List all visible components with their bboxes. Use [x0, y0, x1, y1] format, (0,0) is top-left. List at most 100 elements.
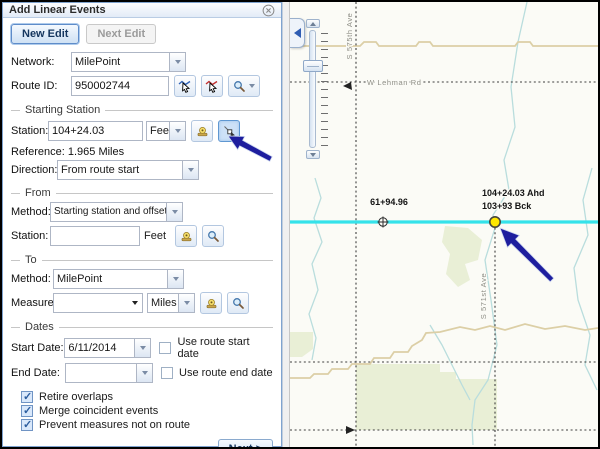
road-label-horizontal: W Lehman Rd	[367, 78, 422, 87]
zoom-slider-thumb[interactable]	[303, 60, 323, 72]
retire-overlaps-checkbox[interactable]	[21, 391, 33, 403]
select-route-on-map-button[interactable]	[174, 75, 196, 97]
option-retire-overlaps: Retire overlaps	[15, 391, 273, 403]
station-input[interactable]	[48, 121, 143, 141]
station-label-back: 103+93 Bck	[482, 201, 532, 211]
measure-label: Measure:	[11, 297, 53, 309]
road-label-vertical-left: S 575th Ave	[345, 13, 354, 60]
chevron-down-icon[interactable]	[182, 160, 199, 180]
pointer-with-red-line-icon	[205, 79, 219, 93]
chevron-down-icon[interactable]	[178, 293, 195, 313]
station-reference-marker	[378, 217, 389, 228]
next-edit-button[interactable]: Next Edit	[86, 24, 156, 44]
from-method-value[interactable]: Starting station and offset	[50, 202, 166, 222]
direction-select[interactable]: From route start	[57, 160, 199, 180]
to-method-select[interactable]: MilePoint	[53, 269, 184, 289]
start-date-picker[interactable]: 6/11/2014	[64, 338, 151, 358]
zoom-in-button[interactable]	[306, 19, 320, 28]
selected-station-marker[interactable]	[490, 217, 500, 227]
route-id-label: Route ID:	[11, 80, 71, 92]
from-set-station-button[interactable]	[175, 225, 197, 247]
end-date-picker[interactable]	[65, 363, 153, 383]
use-route-start-date-label: Use route start date	[177, 336, 273, 360]
route-search-menu-button[interactable]	[228, 75, 260, 97]
end-date-label: End Date:	[11, 367, 65, 379]
from-units-label: Feet	[144, 230, 166, 242]
chevron-down-icon[interactable]	[167, 269, 184, 289]
retire-overlaps-label: Retire overlaps	[39, 391, 113, 403]
merge-coincident-label: Merge coincident events	[39, 405, 158, 417]
station-label-mid: 61+94.96	[370, 197, 408, 207]
minor-roads	[290, 42, 598, 378]
magnifier-icon	[232, 297, 245, 310]
option-prevent-measures: Prevent measures not on route	[15, 419, 273, 431]
use-route-start-date-checkbox[interactable]	[159, 342, 171, 354]
measure-units-value[interactable]: Miles	[147, 293, 178, 313]
route-id-input[interactable]	[71, 76, 169, 96]
from-method-label: Method:	[11, 206, 50, 218]
from-legend: From	[11, 187, 273, 199]
pointer-with-node-icon	[223, 125, 236, 138]
chevron-down-icon	[132, 301, 138, 305]
chevron-down-icon[interactable]	[134, 338, 151, 358]
from-station-label: Station:	[11, 230, 50, 242]
starting-station-legend: Starting Station	[11, 104, 273, 116]
measure-units-select[interactable]: Miles	[147, 293, 195, 313]
prevent-measures-label: Prevent measures not on route	[39, 419, 190, 431]
station-label: Station:	[11, 125, 48, 137]
chevron-down-icon[interactable]	[136, 363, 153, 383]
network-select[interactable]: MilePoint	[71, 52, 186, 72]
merge-coincident-checkbox[interactable]	[21, 405, 33, 417]
prevent-measures-checkbox[interactable]	[21, 419, 33, 431]
network-label: Network:	[11, 56, 71, 68]
station-label-ahead: 104+24.03 Ahd	[482, 188, 544, 198]
use-route-end-date-checkbox[interactable]	[161, 367, 173, 379]
panel-title: Add Linear Events	[9, 4, 261, 16]
close-icon[interactable]	[261, 3, 275, 17]
chevron-down-icon[interactable]	[166, 202, 183, 222]
road-label-vertical-right: S 571st Ave	[479, 273, 488, 320]
clear-route-selection-button[interactable]	[201, 75, 223, 97]
milepost-icon	[205, 297, 218, 310]
end-date-value[interactable]	[65, 363, 136, 383]
road-arrow-glyph	[346, 426, 355, 434]
add-linear-events-panel: Add Linear Events New Edit Next Edit Net…	[2, 2, 282, 447]
station-units-select[interactable]: Feet	[146, 121, 186, 141]
direction-select-value[interactable]: From route start	[57, 160, 182, 180]
panel-splitter[interactable]	[282, 2, 290, 447]
new-edit-button[interactable]: New Edit	[11, 24, 79, 44]
chevron-down-icon	[249, 84, 255, 88]
use-route-end-date-label: Use route end date	[179, 367, 273, 379]
magnifier-icon	[207, 230, 220, 243]
measure-set-button[interactable]	[200, 292, 222, 314]
reference-text: Reference: 1.965 Miles	[11, 146, 273, 158]
from-method-select[interactable]: Starting station and offset	[50, 202, 183, 222]
collapse-arrow-icon	[294, 28, 301, 38]
next-button[interactable]: Next >	[218, 439, 273, 449]
measure-search-button[interactable]	[227, 292, 249, 314]
measure-select-value[interactable]	[53, 293, 143, 313]
chevron-down-icon[interactable]	[169, 52, 186, 72]
milepost-icon	[196, 125, 209, 138]
zoom-slider[interactable]	[304, 19, 330, 161]
dates-legend: Dates	[11, 321, 273, 333]
option-merge-coincident: Merge coincident events	[15, 405, 273, 417]
network-select-value[interactable]: MilePoint	[71, 52, 169, 72]
pointer-with-blue-line-icon	[178, 79, 192, 93]
chevron-down-icon[interactable]	[169, 121, 186, 141]
map-viewport[interactable]: 61+94.96 104+24.03 Ahd 103+93 Bck W Lehm…	[290, 2, 598, 447]
magnifier-icon	[233, 80, 246, 93]
zoom-slider-track[interactable]	[309, 30, 316, 148]
collapse-panel-tab[interactable]	[290, 18, 305, 48]
set-station-button[interactable]	[191, 120, 213, 142]
milepost-icon	[180, 230, 193, 243]
to-method-value[interactable]: MilePoint	[53, 269, 167, 289]
start-date-value[interactable]: 6/11/2014	[64, 338, 134, 358]
zoom-out-button[interactable]	[306, 150, 320, 159]
from-station-input[interactable]	[50, 226, 140, 246]
pick-station-on-map-button[interactable]	[218, 120, 240, 142]
from-search-button[interactable]	[202, 225, 224, 247]
road-arrow-glyph	[343, 82, 352, 90]
measure-select[interactable]	[53, 293, 143, 313]
station-units-value[interactable]: Feet	[146, 121, 169, 141]
